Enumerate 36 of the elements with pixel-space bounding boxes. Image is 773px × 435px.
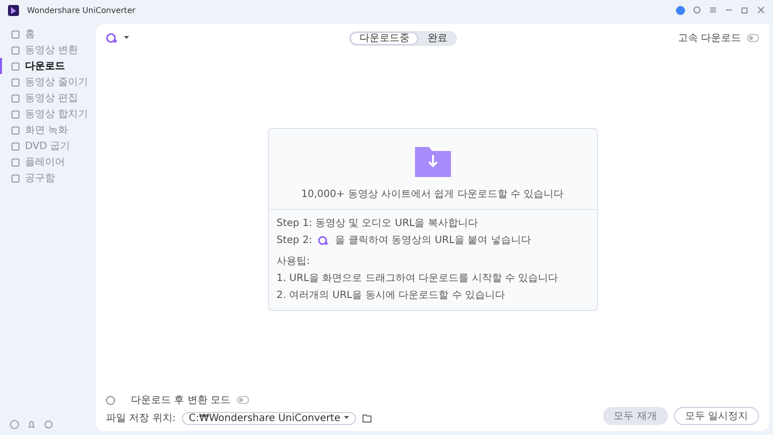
step-text: Step 2:: [276, 234, 312, 246]
headline-text: 10,000+ 동영상 사이트에서 쉽게 다운로드할 수 있습니다: [301, 188, 564, 201]
sidebar-item[interactable]: 동영상 합치기: [0, 106, 96, 122]
toggle-label: 고속 다운로드: [678, 32, 741, 45]
folder-icon[interactable]: [362, 414, 372, 422]
action-button[interactable]: 모두 일시정지: [674, 407, 759, 425]
tip-text: 2. 여러개의 URL을 동시에 다운로드할 수 있습니다: [276, 289, 506, 302]
sidebar-item[interactable]: 플레이어: [0, 154, 96, 170]
sidebar-item[interactable]: 공구함: [0, 170, 96, 186]
sidebar-item[interactable]: 동영상 변환: [0, 42, 96, 58]
toggle-switch[interactable]: [747, 34, 759, 42]
window-title: Wondershare UniConverter: [27, 6, 136, 14]
caret-icon[interactable]: [124, 36, 129, 40]
step-text: Step 1: 동영상 및 오디오 URL을 복사합니다: [276, 217, 479, 230]
tab[interactable]: 완료: [418, 32, 456, 44]
app-logo: [8, 4, 19, 16]
sidebar-item[interactable]: 화면 녹화: [0, 122, 96, 138]
close-icon[interactable]: [757, 6, 765, 14]
tab[interactable]: 다운로드중: [350, 32, 418, 44]
sidebar-item[interactable]: DVD 굽기: [0, 138, 96, 154]
tips-title: 사용팁:: [276, 255, 311, 268]
field-label: 파일 저장 위치:: [106, 412, 176, 425]
sidebar-item[interactable]: 홈: [0, 26, 96, 42]
toggle-label: 다운로드 후 변환 모드: [131, 394, 231, 407]
caret-icon: [344, 416, 350, 420]
tip-text: 1. URL을 화면으로 드래그하여 다운로드를 시작할 수 있습니다: [276, 272, 560, 285]
add-link-icon[interactable]: [318, 234, 330, 246]
menu-icon[interactable]: [709, 6, 717, 14]
step-text: 을 클릭하여 동영상의 URL을 붙여 넣습니다: [335, 234, 531, 247]
restore-icon[interactable]: [741, 6, 749, 14]
save-location-field[interactable]: C:₩Wondershare UniConverte: [182, 412, 356, 424]
sidebar-item[interactable]: 동영상 줄이기: [0, 74, 96, 90]
sidebar-item[interactable]: 동영상 편집: [0, 90, 96, 106]
bell-icon[interactable]: [27, 420, 36, 429]
add-link-icon[interactable]: [106, 32, 118, 44]
toggle-switch[interactable]: [236, 396, 249, 404]
